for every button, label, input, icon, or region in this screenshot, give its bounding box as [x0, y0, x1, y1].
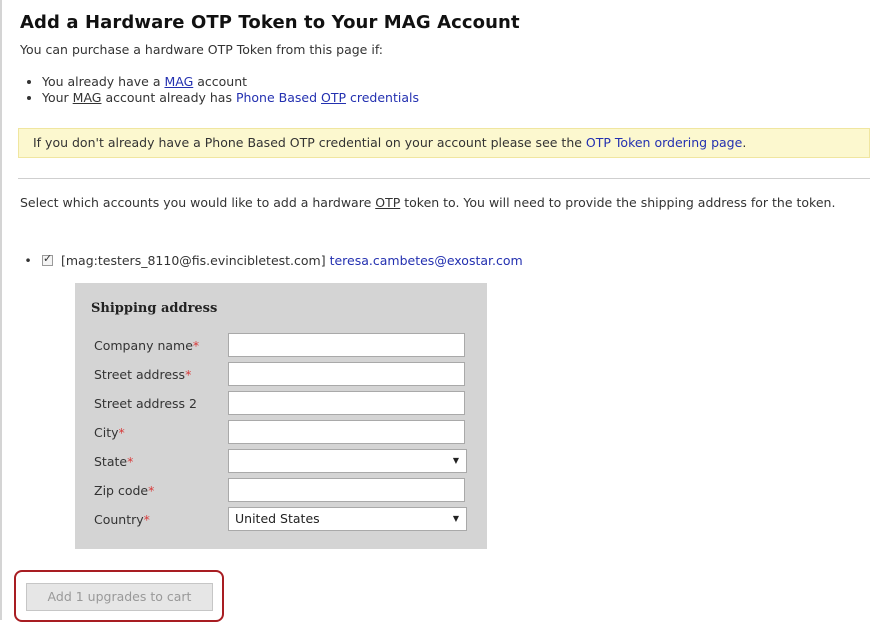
zip-code-input[interactable]	[228, 478, 465, 502]
account-email-link[interactable]: teresa.cambetes@exostar.com	[330, 253, 523, 268]
bullet: •	[24, 253, 32, 268]
notice-text: If you don't already have a Phone Based …	[33, 135, 586, 150]
state-select[interactable]: ▼	[228, 449, 467, 473]
requirement-prefix: Your	[42, 90, 73, 105]
link-part: credentials	[346, 90, 419, 105]
chevron-down-icon: ▼	[452, 456, 459, 465]
required-marker: *	[192, 338, 200, 353]
account-id: [mag:testers_8110@fis.evincibletest.com]	[61, 253, 326, 268]
label-text: Street address	[94, 367, 186, 382]
country-value: United States	[235, 511, 320, 526]
company-name-input[interactable]	[228, 333, 465, 357]
page-title: Add a Hardware OTP Token to Your MAG Acc…	[20, 12, 520, 33]
label-text: Zip code	[94, 483, 149, 498]
requirement-mid: account already has	[101, 90, 236, 105]
account-list-item: • [mag:testers_8110@fis.evincibletest.co…	[20, 252, 523, 268]
label-text: Company name	[94, 338, 193, 353]
add-to-cart-button[interactable]: Add 1 upgrades to cart	[26, 583, 213, 611]
account-checkbox[interactable]	[42, 252, 53, 266]
required-marker: *	[127, 454, 134, 469]
requirements-list: You already have a MAG account Your MAG …	[20, 74, 419, 106]
required-marker: *	[148, 483, 155, 498]
requirement-item-account: You already have a MAG account	[42, 74, 419, 90]
shipping-title: Shipping address	[91, 301, 218, 316]
zip-code-label: Zip code*	[94, 483, 154, 498]
street-address-label: Street address*	[94, 367, 191, 382]
required-marker: *	[118, 425, 125, 440]
required-marker: *	[143, 512, 150, 527]
mag-abbr: MAG	[72, 90, 102, 105]
otp-abbr: OTP	[321, 90, 347, 105]
highlight-outline: Add 1 upgrades to cart	[14, 570, 224, 622]
shipping-address-panel: Shipping address Company name* Street ad…	[75, 283, 487, 549]
page: Add a Hardware OTP Token to Your MAG Acc…	[0, 0, 875, 622]
link-part: Phone Based	[235, 90, 321, 105]
label-text: State	[94, 454, 128, 469]
notice-suffix: .	[742, 135, 747, 150]
country-select[interactable]: United States ▼	[228, 507, 467, 531]
required-marker: *	[185, 367, 192, 382]
city-label: City*	[94, 425, 125, 440]
otp-abbr: OTP	[375, 195, 401, 210]
requirement-item-credentials: Your MAG account already has Phone Based…	[42, 90, 419, 106]
mag-link[interactable]: MAG	[164, 74, 193, 89]
select-prefix: Select which accounts you would like to …	[20, 195, 376, 210]
select-accounts-text: Select which accounts you would like to …	[20, 193, 860, 213]
label-text: City	[94, 425, 119, 440]
street-address-2-input[interactable]	[228, 391, 465, 415]
intro-text: You can purchase a hardware OTP Token fr…	[20, 42, 383, 57]
street-address-2-label: Street address 2	[94, 396, 197, 411]
chevron-down-icon: ▼	[452, 514, 459, 523]
label-text: Country	[94, 512, 144, 527]
requirement-suffix: account	[193, 74, 248, 89]
label-text: Street address 2	[94, 396, 197, 411]
phone-otp-credentials-link[interactable]: Phone Based OTP credentials	[236, 90, 419, 105]
requirement-prefix: You already have a	[42, 74, 165, 89]
state-label: State*	[94, 454, 133, 469]
country-label: Country*	[94, 512, 150, 527]
select-suffix: token to. You will need to provide the s…	[400, 195, 836, 210]
left-border	[0, 0, 2, 620]
city-input[interactable]	[228, 420, 465, 444]
otp-token-ordering-link[interactable]: OTP Token ordering page	[586, 135, 742, 150]
notice-banner: If you don't already have a Phone Based …	[18, 128, 870, 158]
street-address-input[interactable]	[228, 362, 465, 386]
divider	[18, 178, 870, 179]
company-name-label: Company name*	[94, 338, 199, 353]
